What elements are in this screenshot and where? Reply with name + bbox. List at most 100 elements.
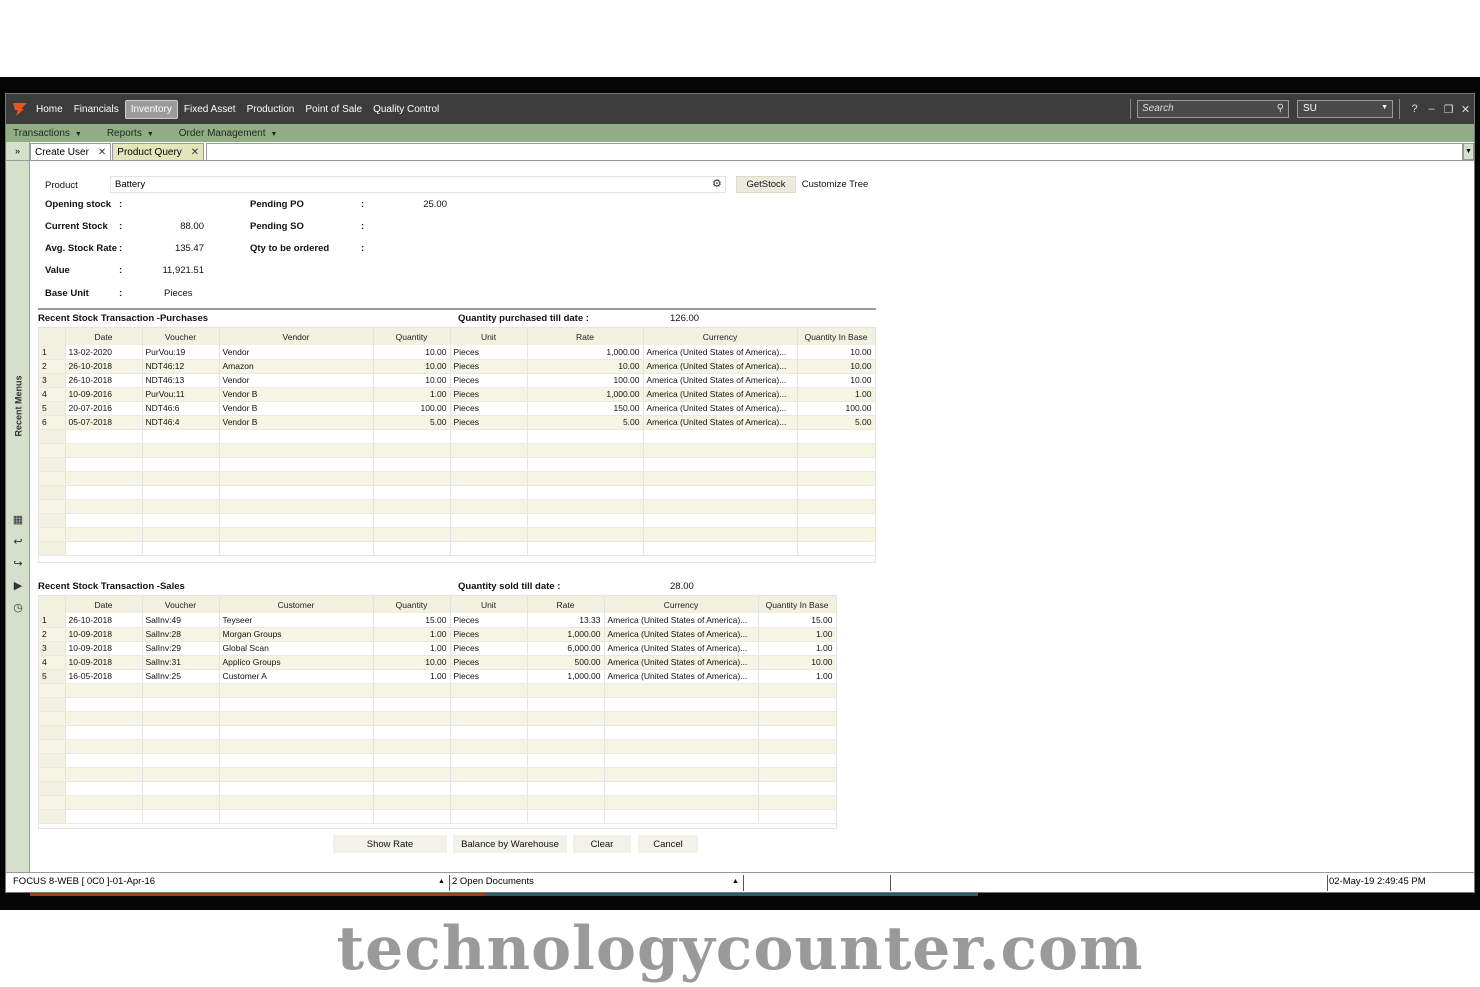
table-cell: 26-10-2018 xyxy=(65,613,143,628)
column-header[interactable]: Currency xyxy=(604,596,759,613)
nav-financials[interactable]: Financials xyxy=(69,101,124,118)
nav-fixed-asset[interactable]: Fixed Asset xyxy=(179,101,241,118)
column-header[interactable]: Customer xyxy=(219,596,374,613)
history-icon[interactable]: ◷ xyxy=(11,601,25,615)
table-cell xyxy=(219,795,374,810)
table-row[interactable] xyxy=(39,485,876,500)
report-icon[interactable]: ▦ xyxy=(11,513,25,527)
table-row[interactable] xyxy=(39,809,837,824)
close-tab-icon[interactable]: ✕ xyxy=(98,147,106,158)
table-row[interactable] xyxy=(39,457,876,472)
app-logo-icon[interactable] xyxy=(9,94,31,124)
column-header[interactable]: Vendor xyxy=(219,328,374,345)
column-header[interactable]: Rate xyxy=(527,328,644,345)
nav-production[interactable]: Production xyxy=(242,101,300,118)
getstock-button[interactable]: GetStock xyxy=(736,176,796,193)
table-row[interactable]: 6 05-07-2018 NDT46:4 Vendor B 5.00 Pieces 5.00… xyxy=(39,415,876,430)
export-icon[interactable]: ↪ xyxy=(11,557,25,571)
table-cell xyxy=(604,781,759,796)
product-input[interactable]: Battery xyxy=(110,176,726,193)
table-row[interactable]: 5 16-05-2018 SalInv:25 Customer A 1.00 Pieces… xyxy=(39,669,837,684)
tab-create-user[interactable]: Create User ✕ xyxy=(30,143,112,160)
table-row[interactable] xyxy=(39,429,876,444)
column-header[interactable]: Quantity xyxy=(373,596,451,613)
table-row[interactable] xyxy=(39,541,876,556)
table-row[interactable] xyxy=(39,767,837,782)
table-cell: Vendor B xyxy=(219,387,374,402)
expand-panel-icon[interactable]: » xyxy=(6,142,30,160)
table-row[interactable] xyxy=(39,683,837,698)
table-row[interactable]: 5 20-07-2016 NDT46:6 Vendor B 100.00 Pieces 15… xyxy=(39,401,876,416)
table-row[interactable] xyxy=(39,443,876,458)
table-row[interactable] xyxy=(39,739,837,754)
table-row[interactable] xyxy=(39,499,876,514)
nav-home[interactable]: Home xyxy=(31,101,68,118)
table-row[interactable] xyxy=(39,753,837,768)
close-icon[interactable]: ✕ xyxy=(1457,103,1474,116)
customize-tree-button[interactable]: Customize Tree xyxy=(799,176,871,193)
table-cell xyxy=(373,795,451,810)
table-row[interactable] xyxy=(39,781,837,796)
column-header[interactable]: Quantity xyxy=(373,328,451,345)
table-row[interactable] xyxy=(39,527,876,542)
open-documents[interactable]: 2 Open Documents xyxy=(452,876,534,887)
column-header[interactable]: Date xyxy=(65,596,143,613)
column-header[interactable]: Quantity In Base xyxy=(758,596,837,613)
minimize-icon[interactable]: – xyxy=(1423,103,1440,115)
table-row[interactable]: 1 13-02-2020 PurVou:19 Vendor 10.00 Pieces 1,0… xyxy=(39,345,876,360)
import-icon[interactable]: ↩ xyxy=(11,535,25,549)
table-row[interactable]: 4 10-09-2016 PurVou:11 Vendor B 1.00 Pieces 1,… xyxy=(39,387,876,402)
table-row[interactable]: 3 10-09-2018 SalInv:29 Global Scan 1.00 Piece… xyxy=(39,641,837,656)
nav-quality-control[interactable]: Quality Control xyxy=(368,101,444,118)
show-rate-button[interactable]: Show Rate xyxy=(333,835,447,853)
table-row[interactable] xyxy=(39,471,876,486)
stock-value: 11,921.51 xyxy=(162,265,204,276)
close-tab-icon[interactable]: ✕ xyxy=(191,147,199,158)
table-row[interactable]: 2 10-09-2018 SalInv:28 Morgan Groups 1.00 Pie… xyxy=(39,627,837,642)
column-header[interactable]: Date xyxy=(65,328,143,345)
column-header[interactable]: Voucher xyxy=(142,596,220,613)
user-select[interactable]: SU ▼ xyxy=(1297,100,1393,118)
row-index xyxy=(39,485,66,500)
tab-product-query[interactable]: Product Query ✕ xyxy=(112,143,205,160)
submenu-order-management[interactable]: Order Management ▼ xyxy=(179,128,278,139)
balance-by-warehouse-button[interactable]: Balance by Warehouse xyxy=(453,835,567,853)
table-row[interactable] xyxy=(39,513,876,528)
tab-list-dropdown-icon[interactable]: ▼ xyxy=(1463,143,1474,160)
table-row[interactable]: 1 26-10-2018 SalInv:49 Teyseer 15.00 Pieces 13… xyxy=(39,613,837,628)
table-cell xyxy=(373,471,451,486)
search-input[interactable]: Search ⚲ xyxy=(1137,100,1289,118)
column-header[interactable]: Quantity In Base xyxy=(797,328,876,345)
table-row[interactable]: 4 10-09-2018 SalInv:31 Applico Groups 10.00 P… xyxy=(39,655,837,670)
chevron-up-icon[interactable]: ▲ xyxy=(438,878,445,885)
gear-icon[interactable]: ⚙ xyxy=(712,177,722,190)
column-header[interactable]: Currency xyxy=(643,328,798,345)
table-cell xyxy=(527,697,605,712)
table-row[interactable] xyxy=(39,725,837,740)
column-header[interactable]: Voucher xyxy=(142,328,220,345)
play-icon[interactable]: ▶ xyxy=(11,579,25,593)
column-header[interactable]: Rate xyxy=(527,596,605,613)
help-icon[interactable]: ? xyxy=(1406,103,1423,115)
table-cell xyxy=(373,781,451,796)
clear-button[interactable]: Clear xyxy=(573,835,631,853)
submenu-transactions[interactable]: Transactions ▼ xyxy=(13,128,82,139)
table-cell xyxy=(797,471,876,486)
table-row[interactable] xyxy=(39,795,837,810)
table-row[interactable]: 2 26-10-2018 NDT46:12 Amazon 10.00 Pieces 10.0… xyxy=(39,359,876,374)
table-row[interactable] xyxy=(39,711,837,726)
chevron-up-icon[interactable]: ▲ xyxy=(732,878,739,885)
column-header[interactable]: Unit xyxy=(450,596,528,613)
cancel-button[interactable]: Cancel xyxy=(638,835,698,853)
search-icon[interactable]: ⚲ xyxy=(1277,103,1284,114)
nav-inventory[interactable]: Inventory xyxy=(124,99,178,119)
table-row[interactable] xyxy=(39,697,837,712)
table-cell xyxy=(65,753,143,768)
restore-icon[interactable]: ❐ xyxy=(1440,103,1457,116)
column-header[interactable]: Unit xyxy=(450,328,528,345)
table-row[interactable]: 3 26-10-2018 NDT46:13 Vendor 10.00 Pieces 100.… xyxy=(39,373,876,388)
colon: : xyxy=(119,288,123,299)
nav-point-of-sale[interactable]: Point of Sale xyxy=(300,101,367,118)
recent-menus-toggle[interactable]: Recent Menus xyxy=(7,361,29,451)
submenu-reports[interactable]: Reports ▼ xyxy=(107,128,154,139)
